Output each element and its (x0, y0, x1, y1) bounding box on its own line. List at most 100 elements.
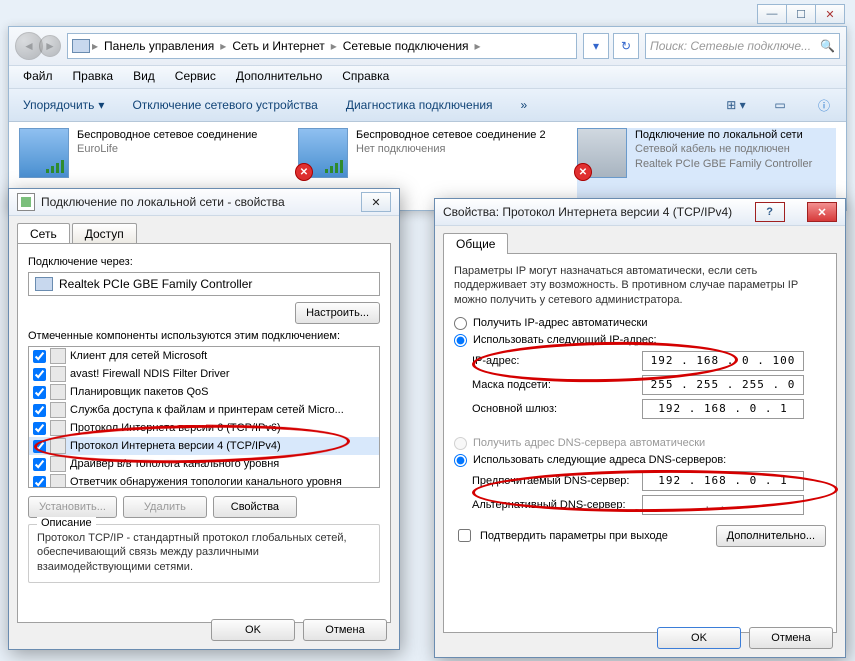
radio-auto-ip[interactable]: Получить IP-адрес автоматически (454, 317, 826, 330)
preferred-dns-input[interactable]: 192 . 168 . 0 . 1 (642, 471, 804, 491)
more-button[interactable]: » (515, 94, 534, 116)
details-pane-icon[interactable]: ▭ (766, 93, 794, 117)
menu-view[interactable]: Вид (123, 66, 165, 88)
ip-address-input[interactable]: 192 . 168 . 0 . 100 (642, 351, 804, 371)
conn-name: Беспроводное сетевое соединение (77, 128, 257, 142)
validate-on-exit-checkbox[interactable] (458, 529, 471, 542)
disable-device-button[interactable]: Отключение сетевого устройства (126, 94, 323, 116)
radio-auto-dns: Получить адрес DNS-сервера автоматически (454, 437, 826, 450)
uninstall-button[interactable]: Удалить (123, 496, 207, 518)
dialog-title: Свойства: Протокол Интернета версии 4 (T… (443, 205, 732, 219)
subnet-mask-input[interactable]: 255 . 255 . 255 . 0 (642, 375, 804, 395)
list-item[interactable]: Служба доступа к файлам и принтерам сете… (29, 401, 379, 419)
advanced-button[interactable]: Дополнительно... (716, 525, 826, 547)
cancel-button[interactable]: Отмена (303, 619, 387, 641)
dialog-help-icon[interactable]: ? (755, 202, 785, 222)
list-item[interactable]: Протокол Интернета версии 4 (TCP/IPv4) (29, 437, 379, 455)
lan-icon: ✕ (577, 128, 627, 178)
window-minimize[interactable]: — (757, 4, 787, 24)
ipv4-properties-dialog: Свойства: Протокол Интернета версии 4 (T… (434, 198, 846, 658)
tab-network[interactable]: Сеть (17, 223, 70, 244)
ok-button[interactable]: OK (657, 627, 741, 649)
close-icon[interactable]: ✕ (361, 192, 391, 212)
crumb[interactable]: Панель управления (100, 39, 218, 53)
component-icon (50, 456, 66, 472)
conn-detail: Realtek PCIe GBE Family Controller (635, 157, 812, 171)
menu-file[interactable]: Файл (13, 66, 63, 88)
menu-help[interactable]: Справка (332, 66, 399, 88)
dialog-title-bar[interactable]: Свойства: Протокол Интернета версии 4 (T… (435, 199, 845, 226)
description-text: Протокол TCP/IP - стандартный протокол г… (37, 531, 371, 574)
breadcrumb[interactable]: ▸ Панель управления ▸ Сеть и Интернет ▸ … (67, 33, 577, 59)
diagnose-button[interactable]: Диагностика подключения (340, 94, 499, 116)
component-icon (50, 384, 66, 400)
list-item[interactable]: Драйвер в/в тополога канального уровня (29, 455, 379, 473)
nav-forward-icon[interactable]: ► (39, 35, 61, 57)
component-checkbox[interactable] (33, 404, 46, 417)
adapter-name-box: Realtek PCIe GBE Family Controller (28, 272, 380, 296)
menu-advanced[interactable]: Дополнительно (226, 66, 332, 88)
description-group: Описание Протокол TCP/IP - стандартный п… (28, 524, 380, 583)
list-item[interactable]: Ответчик обнаружения топологии канальног… (29, 473, 379, 487)
component-checkbox[interactable] (33, 368, 46, 381)
menu-edit[interactable]: Правка (63, 66, 124, 88)
component-icon (50, 348, 66, 364)
close-icon[interactable]: ✕ (807, 202, 837, 222)
component-checkbox[interactable] (33, 440, 46, 453)
menu-bar: Файл Правка Вид Сервис Дополнительно Спр… (9, 66, 846, 89)
view-options-icon[interactable]: ⊞ ▾ (722, 93, 750, 117)
list-item[interactable]: Протокол Интернета версии 6 (TCP/IPv6) (29, 419, 379, 437)
component-checkbox[interactable] (33, 350, 46, 363)
radio-input[interactable] (454, 334, 467, 347)
window-close[interactable]: ✕ (815, 4, 845, 24)
conn-name: Беспроводное сетевое соединение 2 (356, 128, 546, 142)
help-icon[interactable]: ⓘ (810, 93, 838, 117)
window-maximize[interactable]: ☐ (786, 4, 816, 24)
adapter-icon (35, 277, 53, 291)
connection-item[interactable]: ✕ Подключение по локальной сети Сетевой … (577, 128, 836, 204)
component-checkbox[interactable] (33, 386, 46, 399)
configure-button[interactable]: Настроить... (295, 302, 380, 324)
tab-general[interactable]: Общие (443, 233, 508, 254)
search-icon[interactable]: 🔍 (820, 39, 835, 53)
cancel-button[interactable]: Отмена (749, 627, 833, 649)
radio-input[interactable] (454, 454, 467, 467)
crumb[interactable]: Сетевые подключения (339, 39, 473, 53)
tab-sharing[interactable]: Доступ (72, 223, 137, 244)
history-dropdown-icon[interactable]: ▾ (583, 33, 609, 59)
description-title: Описание (37, 517, 96, 529)
component-properties-button[interactable]: Свойства (213, 496, 297, 518)
wifi-icon (19, 128, 69, 178)
command-bar: Упорядочить ▾ Отключение сетевого устрой… (9, 89, 846, 122)
components-label: Отмеченные компоненты используются этим … (28, 330, 380, 342)
alternate-dns-input[interactable]: . . . (642, 495, 804, 515)
refresh-icon[interactable]: ↻ (613, 33, 639, 59)
ip-label: IP-адрес: (472, 355, 642, 367)
install-button[interactable]: Установить... (28, 496, 117, 518)
component-icon (50, 474, 66, 487)
list-item[interactable]: Планировщик пакетов QoS (29, 383, 379, 401)
component-checkbox[interactable] (33, 476, 46, 488)
search-input[interactable]: Поиск: Сетевые подключе... 🔍 (645, 33, 840, 59)
radio-label: Получить IP-адрес автоматически (473, 317, 647, 329)
list-item[interactable]: Клиент для сетей Microsoft (29, 347, 379, 365)
radio-input[interactable] (454, 317, 467, 330)
dialog-title-bar[interactable]: Подключение по локальной сети - свойства… (9, 189, 399, 216)
radio-static-dns[interactable]: Использовать следующие адреса DNS-сервер… (454, 454, 826, 467)
adapter-name: Realtek PCIe GBE Family Controller (59, 277, 252, 291)
organize-button[interactable]: Упорядочить ▾ (17, 94, 110, 116)
crumb[interactable]: Сеть и Интернет (228, 39, 328, 53)
menu-tools[interactable]: Сервис (165, 66, 226, 88)
component-checkbox[interactable] (33, 458, 46, 471)
ok-button[interactable]: OK (211, 619, 295, 641)
gateway-input[interactable]: 192 . 168 . 0 . 1 (642, 399, 804, 419)
radio-static-ip[interactable]: Использовать следующий IP-адрес: (454, 334, 826, 347)
components-list[interactable]: Клиент для сетей Microsoft avast! Firewa… (28, 346, 380, 488)
network-icon (72, 39, 90, 53)
list-item[interactable]: avast! Firewall NDIS Filter Driver (29, 365, 379, 383)
component-checkbox[interactable] (33, 422, 46, 435)
wifi-icon: ✕ (298, 128, 348, 178)
component-label: Ответчик обнаружения топологии канальног… (70, 476, 342, 487)
dialog-title: Подключение по локальной сети - свойства (41, 195, 285, 209)
component-label: Драйвер в/в тополога канального уровня (70, 458, 279, 470)
